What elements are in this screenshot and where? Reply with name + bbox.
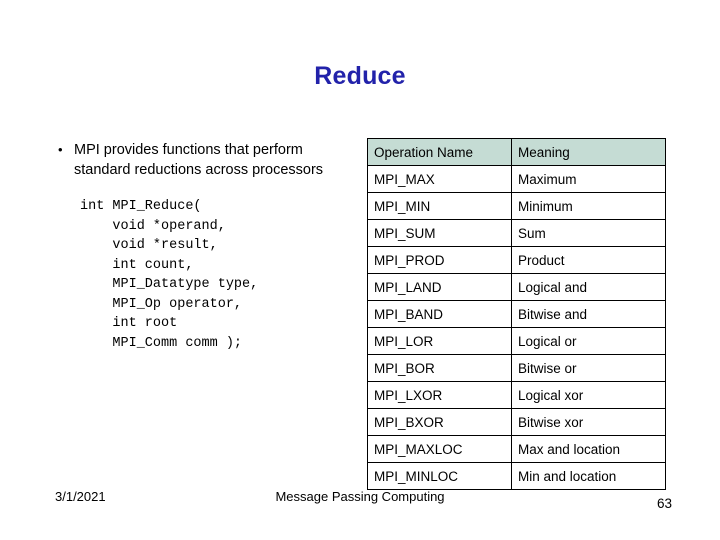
table-row: MPI_MINLOC Min and location xyxy=(367,462,666,490)
code-line: MPI_Datatype type, xyxy=(80,277,259,292)
code-line: MPI_Comm comm ); xyxy=(80,335,243,351)
cell-meaning: Minimum xyxy=(511,192,666,220)
table-row: MPI_LAND Logical and xyxy=(367,273,666,301)
table-row: MPI_BXOR Bitwise xor xyxy=(367,408,666,436)
code-line: int MPI_Reduce( xyxy=(80,199,202,214)
table-row: MPI_BOR Bitwise or xyxy=(367,354,666,382)
code-line: void *operand, xyxy=(80,218,226,234)
cell-meaning: Logical and xyxy=(511,273,666,301)
operations-table: Operation Name Meaning MPI_MAX Maximum MPI… xyxy=(367,138,666,490)
cell-operation-name: MPI_LOR xyxy=(367,327,512,355)
cell-operation-name: MPI_BXOR xyxy=(367,408,512,436)
bullet-text: MPI provides functions that perform stan… xyxy=(74,142,324,178)
code-line: int root xyxy=(80,316,178,331)
cell-operation-name: MPI_BAND xyxy=(367,300,512,328)
table-row: MPI_SUM Sum xyxy=(367,219,666,247)
cell-operation-name: MPI_PROD xyxy=(367,246,512,274)
cell-operation-name: MPI_LXOR xyxy=(367,381,512,409)
cell-operation-name: MPI_BOR xyxy=(367,354,512,382)
bullet-marker: • xyxy=(58,142,63,157)
cell-meaning: Logical xor xyxy=(511,381,666,409)
column-header-operation-name: Operation Name xyxy=(367,138,512,166)
cell-operation-name: MPI_LAND xyxy=(367,273,512,301)
cell-meaning: Bitwise and xyxy=(511,300,666,328)
cell-operation-name: MPI_MIN xyxy=(367,192,512,220)
table-header: Operation Name Meaning xyxy=(367,138,666,166)
cell-meaning: Bitwise xor xyxy=(511,408,666,436)
table-row: MPI_MAX Maximum xyxy=(367,165,666,193)
cell-operation-name: MPI_MAX xyxy=(367,165,512,193)
cell-meaning: Maximum xyxy=(511,165,666,193)
code-line: MPI_Op operator, xyxy=(80,296,243,312)
left-content-column: • MPI provides functions that perform st… xyxy=(52,140,342,353)
slide: Reduce • MPI provides functions that per… xyxy=(0,0,720,540)
bullet-item: • MPI provides functions that perform st… xyxy=(52,140,342,180)
code-block: int MPI_Reduce( void *operand, void *res… xyxy=(80,197,342,353)
cell-meaning: Max and location xyxy=(511,435,666,463)
cell-meaning: Sum xyxy=(511,219,666,247)
table-row: MPI_PROD Product xyxy=(367,246,666,274)
table-row: MPI_LOR Logical or xyxy=(367,327,666,355)
cell-meaning: Product xyxy=(511,246,666,274)
slide-number: 63 xyxy=(656,496,672,511)
column-header-meaning: Meaning xyxy=(511,138,666,166)
cell-operation-name: MPI_SUM xyxy=(367,219,512,247)
table-row: MPI_MIN Minimum xyxy=(367,192,666,220)
table-row: MPI_LXOR Logical xor xyxy=(367,381,666,409)
table-row: MPI_BAND Bitwise and xyxy=(367,300,666,328)
cell-meaning: Bitwise or xyxy=(511,354,666,382)
page-title: Reduce xyxy=(314,62,406,90)
code-line: void *result, xyxy=(80,238,218,253)
table-row: MPI_MAXLOC Max and location xyxy=(367,435,666,463)
cell-meaning: Min and location xyxy=(511,462,666,490)
table-header-row: Operation Name Meaning xyxy=(367,138,666,166)
cell-operation-name: MPI_MAXLOC xyxy=(367,435,512,463)
cell-operation-name: MPI_MINLOC xyxy=(367,462,512,490)
table-body: MPI_MAX Maximum MPI_MIN Minimum MPI_SUM Sum MP… xyxy=(367,165,666,490)
footer-title: Message Passing Computing xyxy=(275,489,445,504)
code-line: int count, xyxy=(80,257,194,273)
cell-meaning: Logical or xyxy=(511,327,666,355)
